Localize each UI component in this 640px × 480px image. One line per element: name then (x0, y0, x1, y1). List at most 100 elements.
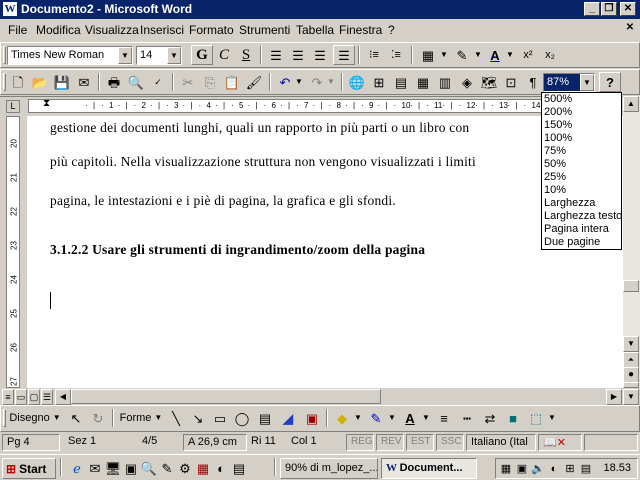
normal-view-icon[interactable]: ≡ (2, 389, 14, 405)
status-pages[interactable]: 4/5 (138, 434, 178, 451)
vertical-scrollbar[interactable]: ▲ ▼ ⏶ ● (623, 96, 640, 388)
print-icon[interactable]: 🖶 (103, 72, 125, 92)
bold-button[interactable]: G (191, 45, 213, 65)
fill-color-icon[interactable]: ◆ (331, 408, 353, 428)
zoom-option[interactable]: 100% (542, 132, 621, 145)
align-left-icon[interactable]: ☰ (265, 45, 287, 65)
tray-icon[interactable]: ▣ (514, 459, 530, 479)
document-line[interactable]: più capitoli. Nella visualizzazione stru… (50, 154, 476, 170)
toolbar-grip[interactable] (3, 73, 6, 91)
status-page[interactable]: Pg 4 (2, 434, 60, 451)
copy-icon[interactable]: ⎘ (199, 72, 221, 92)
toolbar-grip[interactable] (3, 409, 6, 427)
font-color-button[interactable]: A (484, 45, 506, 65)
status-language[interactable]: Italiano (Ital (466, 434, 536, 451)
line-style-icon[interactable]: ≡ (433, 408, 455, 428)
columns-icon[interactable]: ▥ (434, 72, 456, 92)
chevron-down-icon[interactable]: ▼ (505, 45, 515, 65)
zoom-option[interactable]: 150% (542, 119, 621, 132)
menu-visualizza[interactable]: Visualizza (85, 23, 139, 37)
3d-icon[interactable]: ⬚ (525, 408, 547, 428)
justify-icon[interactable]: ☰ (333, 45, 355, 65)
oval-icon[interactable]: ◯ (231, 408, 253, 428)
print-layout-icon[interactable]: ▢ (28, 389, 40, 405)
minimize-button[interactable]: _ (584, 2, 600, 16)
status-line[interactable]: Ri 11 (247, 434, 287, 451)
document-line[interactable]: pagina, le intestazioni e i piè di pagin… (50, 193, 396, 209)
status-ovr[interactable]: SSC (436, 434, 464, 451)
vertical-ruler-scale[interactable]: 20 21 22 23 24 25 26 27 (6, 116, 20, 388)
open-folder-icon[interactable]: 📂 (29, 72, 51, 92)
borders-icon[interactable]: ▦ (417, 45, 439, 65)
chevron-down-icon[interactable]: ▼ (387, 408, 397, 428)
menu-help[interactable]: ? (388, 23, 395, 37)
vertical-ruler[interactable]: 20 21 22 23 24 25 26 27 (0, 116, 26, 388)
chevron-down-icon[interactable]: ▼ (353, 408, 363, 428)
menu-formato[interactable]: Formato (189, 23, 234, 37)
restore-button[interactable]: ❐ (601, 2, 617, 16)
zoom-option[interactable]: Due pagine (542, 236, 621, 249)
start-button[interactable]: ⊞ Start (2, 458, 56, 479)
chevron-down-icon[interactable]: ▼ (439, 45, 449, 65)
volume-icon[interactable]: 🔈 (530, 459, 546, 479)
draw-menu-button[interactable]: Disegno ▼ (9, 408, 61, 428)
section-heading[interactable]: 3.1.2.2 Usare gli strumenti di ingrandim… (50, 242, 425, 258)
menu-inserisci[interactable]: Inserisci (140, 23, 184, 37)
chevron-down-icon[interactable]: ▼ (294, 72, 304, 92)
menu-modifica[interactable]: Modifica (36, 23, 81, 37)
web-layout-icon[interactable]: ▭ (15, 389, 27, 405)
close-button[interactable]: ✕ (620, 2, 636, 16)
align-right-icon[interactable]: ☰ (309, 45, 331, 65)
insert-excel-icon[interactable]: ▦ (412, 72, 434, 92)
status-section[interactable]: Sez 1 (64, 434, 124, 451)
cut-icon[interactable]: ✂ (177, 72, 199, 92)
document-page[interactable]: gestione dei documenti lunghi, quali un … (27, 116, 623, 388)
drawing-icon[interactable]: ◈ (456, 72, 478, 92)
font-size-combo[interactable]: 14 ▼ (136, 46, 182, 65)
redo-icon[interactable]: ↷ (306, 72, 328, 92)
chevron-down-icon[interactable]: ▼ (421, 408, 431, 428)
new-document-icon[interactable]: 🗋 (7, 72, 29, 92)
select-objects-icon[interactable]: ↖ (65, 408, 87, 428)
zoom-option[interactable]: 75% (542, 145, 621, 158)
underline-button[interactable]: S (235, 45, 257, 65)
menu-tabella[interactable]: Tabella (296, 23, 334, 37)
document-map-icon[interactable]: 🗺 (478, 72, 500, 92)
zoom-option[interactable]: 50% (542, 158, 621, 171)
free-rotate-icon[interactable]: ↻ (87, 408, 109, 428)
menu-file[interactable]: File (8, 23, 27, 37)
spelling-status-icon[interactable]: 📖✕ (538, 434, 582, 451)
drawing-font-color-button[interactable]: A (399, 408, 421, 428)
outline-view-icon[interactable]: ☰ (41, 389, 53, 405)
superscript-button[interactable]: x² (517, 45, 539, 65)
font-name-combo[interactable]: Times New Roman ▼ (7, 46, 133, 65)
menu-finestra[interactable]: Finestra (339, 23, 382, 37)
scroll-down-icon[interactable]: ▼ (623, 336, 639, 352)
ruler-scale[interactable]: ⧗ 1 · | · 2 · | · 3 · | · 4 · | · 5 · | · 6 · | · 7 · | · 8 · | · 9 · | · 10… (28, 98, 543, 113)
chevron-down-icon[interactable]: ▼ (547, 408, 557, 428)
scroll-up-icon[interactable]: ▲ (623, 96, 639, 112)
status-ext[interactable]: EST (406, 434, 434, 451)
tables-borders-icon[interactable]: ⊞ (368, 72, 390, 92)
tray-icon[interactable]: ⊞ (562, 459, 578, 479)
format-painter-icon[interactable]: 🖌 (243, 72, 265, 92)
chevron-down-icon[interactable]: ▼ (118, 47, 132, 64)
undo-icon[interactable]: ↶ (274, 72, 296, 92)
dash-style-icon[interactable]: ┅ (456, 408, 478, 428)
chevron-down-icon[interactable]: ▼ (326, 72, 336, 92)
pilcrow-icon[interactable]: ¶ (522, 72, 544, 92)
zoom-option[interactable]: Pagina intera (542, 223, 621, 236)
save-icon[interactable]: 💾 (51, 72, 73, 92)
bulleted-list-icon[interactable]: ⁚≡ (385, 45, 407, 65)
menu-strumenti[interactable]: Strumenti (239, 23, 290, 37)
zoom-combo[interactable]: 87% ▼ (543, 73, 595, 92)
previous-page-icon[interactable]: ⏶ (623, 352, 639, 368)
hscroll-thumb[interactable] (71, 389, 381, 404)
paste-icon[interactable]: 📋 (221, 72, 243, 92)
show-hide-icon[interactable]: ⊡ (500, 72, 522, 92)
zoom-option[interactable]: 10% (542, 184, 621, 197)
next-page-icon[interactable]: ▼ (623, 389, 639, 405)
clock[interactable]: 18.53 (603, 462, 631, 474)
wordart-icon[interactable]: ◢ (277, 408, 299, 428)
tray-icon[interactable]: ▦ (498, 459, 514, 479)
